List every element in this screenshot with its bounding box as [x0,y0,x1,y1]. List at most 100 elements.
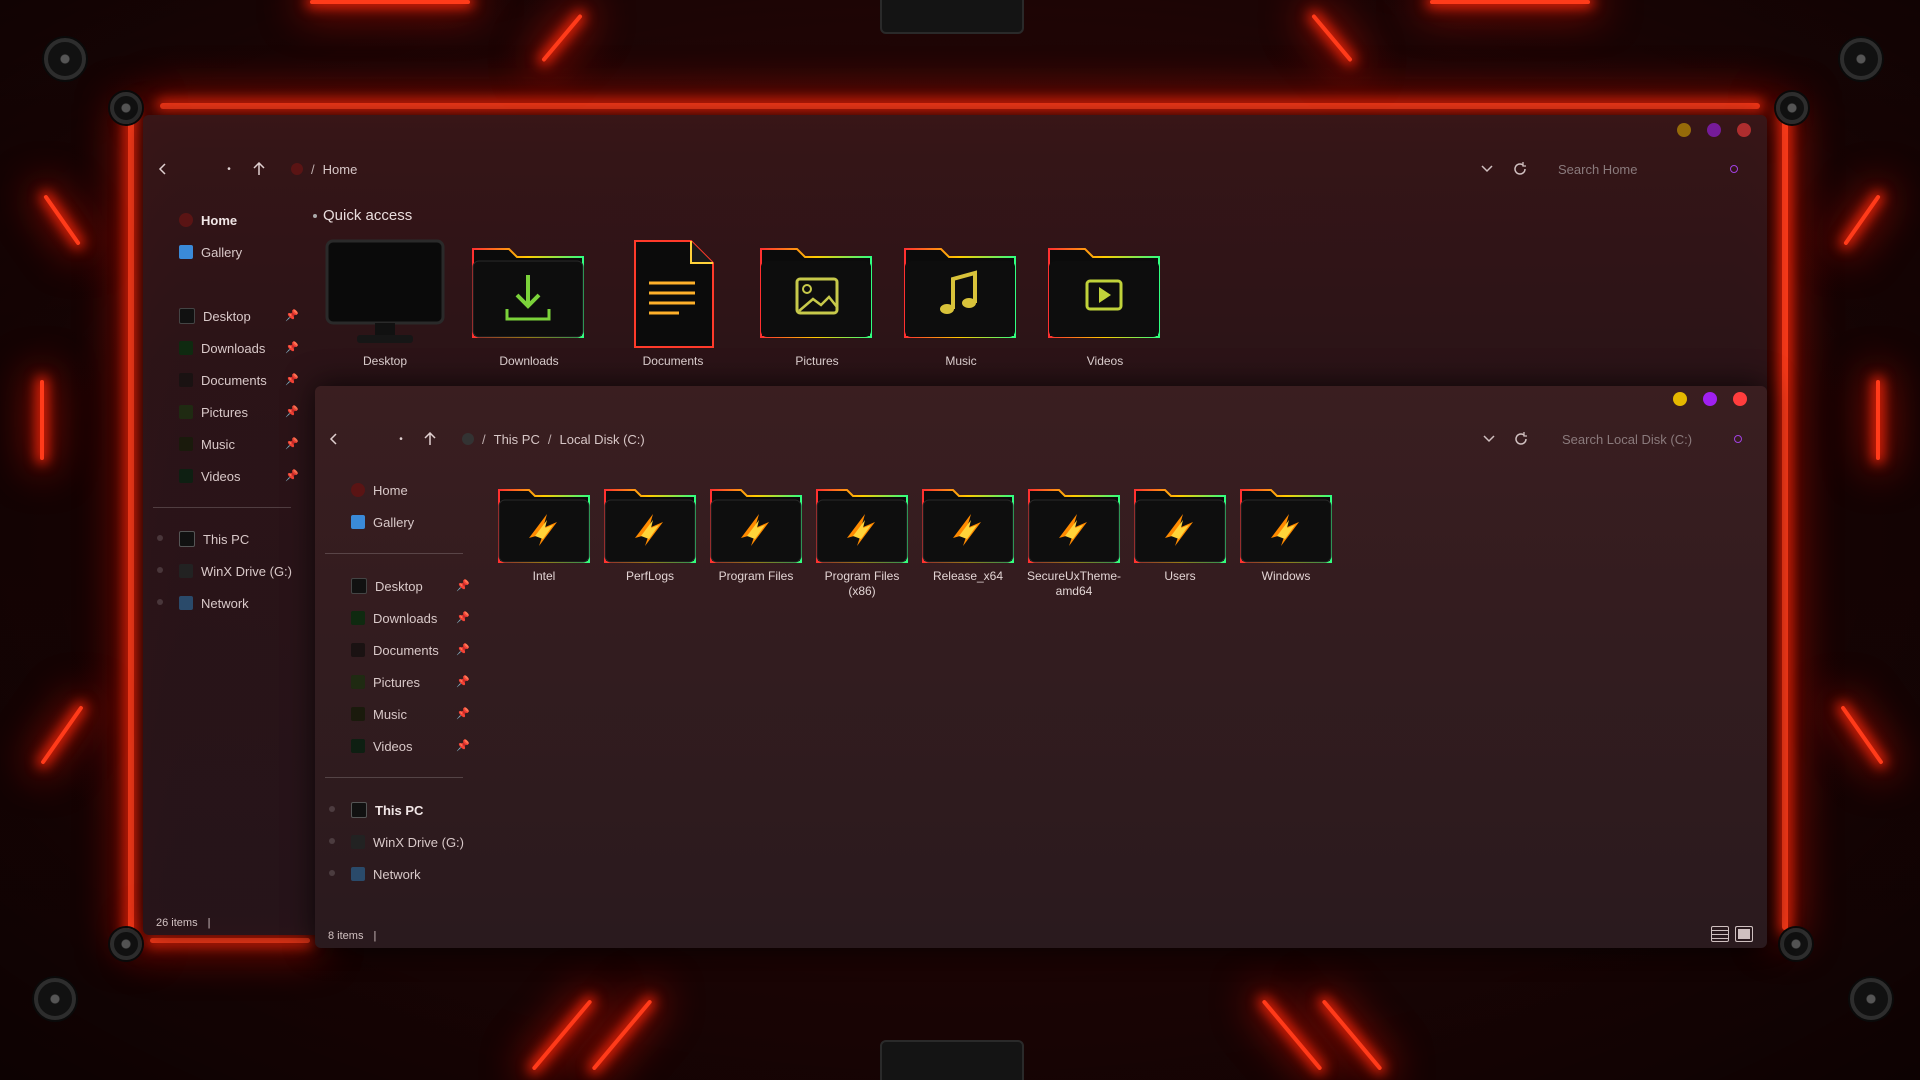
sidebar-item-this-pc[interactable]: This PC [351,799,423,821]
sidebar-item-gallery[interactable]: Gallery [179,241,242,263]
aorus-folder-icon [604,489,696,563]
documents-icon [351,643,365,657]
sidebar-item-label: Pictures [201,404,248,420]
minimize-button[interactable] [1673,392,1687,406]
navigation-bar: • / This PC / Local Disk (C:) [315,419,1767,459]
folder-item[interactable]: Intel [495,484,593,584]
sidebar-item-music[interactable]: Music [351,703,407,725]
quick-access-item-videos[interactable]: Videos [1043,239,1167,369]
neon-accent [591,999,653,1071]
home-icon [351,483,365,497]
sidebar-item-network[interactable]: Network [351,863,421,885]
large-icons-view-button[interactable] [1735,926,1753,942]
expand-chevron[interactable] [157,599,163,605]
breadcrumb-item[interactable]: This PC [494,432,540,447]
breadcrumb-current[interactable]: Home [323,162,358,177]
quick-access-item-desktop[interactable]: Desktop [323,239,447,369]
item-label: Pictures [795,354,839,368]
neon-accent [1876,380,1880,460]
divider [325,777,463,778]
address-dropdown-button[interactable] [1479,429,1499,449]
sidebar-item-documents[interactable]: Documents [351,639,439,661]
aorus-folder-icon [816,489,908,563]
neon-frame-left [128,110,134,940]
sidebar-item-network[interactable]: Network [179,592,249,614]
sidebar-item-videos[interactable]: Videos [351,735,413,757]
section-header[interactable]: Quick access [313,207,412,224]
item-label: Release_x64 [932,569,1004,583]
sidebar-item-desktop[interactable]: Desktop [351,575,423,597]
refresh-icon [1515,432,1527,445]
sidebar-item-label: Desktop [375,578,423,594]
status-separator: | [373,930,377,942]
neon-accent [1840,705,1884,765]
details-view-button[interactable] [1711,926,1729,942]
expand-chevron[interactable] [157,567,163,573]
search-input[interactable] [1560,430,1734,448]
folder-item[interactable]: Windows [1237,484,1335,584]
aorus-folder-icon [498,489,590,563]
quick-access-item-downloads[interactable]: Downloads [467,239,591,369]
pin-icon: 📌 [285,310,299,322]
sidebar-item-music[interactable]: Music [179,433,235,455]
sidebar-item-winx-drive[interactable]: WinX Drive (G:) [179,560,292,582]
folder-item[interactable]: Program Files (x86) [813,484,911,599]
status-separator: | [207,917,211,929]
pin-icon: 📌 [285,406,299,418]
neon-accent [541,13,583,63]
aorus-folder-icon [1240,489,1332,563]
sidebar-item-winx-drive[interactable]: WinX Drive (G:) [351,831,464,853]
window-controls [1677,123,1751,137]
minimize-button[interactable] [1677,123,1691,137]
sidebar-item-gallery[interactable]: Gallery [351,511,414,533]
neon-accent [1261,999,1323,1071]
item-label: Documents [642,354,704,368]
sidebar-item-this-pc[interactable]: This PC [179,528,249,550]
search-box[interactable] [1556,156,1746,182]
sidebar-item-downloads[interactable]: Downloads [351,607,437,629]
breadcrumb-current[interactable]: Local Disk (C:) [559,432,644,447]
maximize-button[interactable] [1703,392,1717,406]
sidebar-item-label: Documents [373,642,439,658]
sidebar-item-home[interactable]: Home [179,209,237,231]
documents-icon [179,373,193,387]
maximize-button[interactable] [1707,123,1721,137]
music-icon [351,707,365,721]
downloads-icon [179,341,193,355]
bolt [1780,928,1812,960]
sidebar-item-videos[interactable]: Videos [179,465,241,487]
sidebar-item-label: Gallery [201,244,243,260]
expand-chevron[interactable] [329,838,335,844]
sidebar-item-label: Downloads [373,610,438,626]
expand-chevron[interactable] [329,806,335,812]
folder-item[interactable]: Users [1131,484,1229,584]
sidebar-item-downloads[interactable]: Downloads [179,337,265,359]
item-label: Users [1164,569,1196,583]
sidebar-item-label: This PC [203,531,250,547]
item-label: PerfLogs [625,569,675,583]
refresh-button[interactable] [1510,159,1530,179]
expand-chevron[interactable] [329,870,335,876]
quick-access-item-music[interactable]: Music [899,239,1023,369]
quick-access-item-pictures[interactable]: Pictures [755,239,879,369]
sidebar-item-pictures[interactable]: Pictures [179,401,248,423]
sidebar-item-label: Network [373,866,421,882]
expand-chevron[interactable] [157,535,163,541]
sidebar-item-desktop[interactable]: Desktop [179,305,251,327]
sidebar-item-home[interactable]: Home [351,479,408,501]
folder-item[interactable]: Release_x64 [919,484,1017,584]
folder-item[interactable]: PerfLogs [601,484,699,584]
sidebar-item-documents[interactable]: Documents [179,369,267,391]
bottom-plate [880,1040,1024,1080]
search-box[interactable] [1560,426,1750,452]
quick-access-item-documents[interactable]: Documents [611,239,735,369]
search-input[interactable] [1556,160,1730,178]
address-dropdown-button[interactable] [1477,159,1497,179]
sidebar-item-pictures[interactable]: Pictures [351,671,420,693]
refresh-button[interactable] [1511,429,1531,449]
folder-item[interactable]: SecureUxTheme-amd64 [1025,484,1123,599]
close-button[interactable] [1733,392,1747,406]
close-button[interactable] [1737,123,1751,137]
pin-icon: 📌 [456,580,470,592]
folder-item[interactable]: Program Files [707,484,805,584]
